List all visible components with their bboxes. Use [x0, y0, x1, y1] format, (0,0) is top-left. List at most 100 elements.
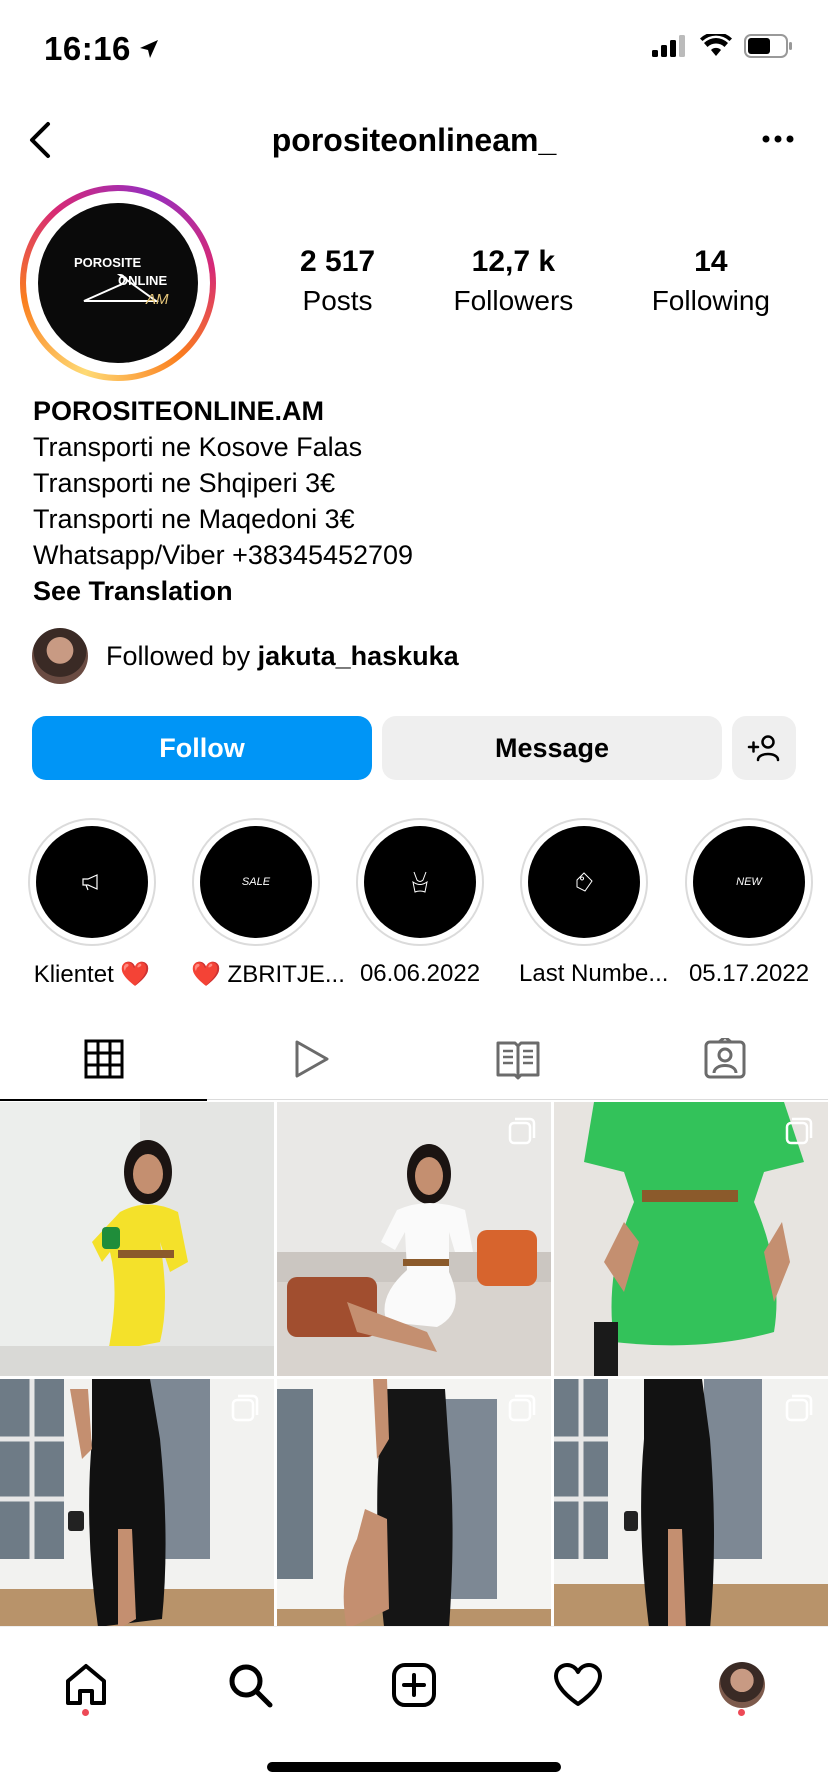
- story-highlights: Klientet ❤️ SALE ❤️ ZBRITJE... 06.06.202…: [0, 818, 828, 988]
- reels-icon: [295, 1040, 328, 1078]
- highlight-label: 05.17.2022: [688, 960, 810, 987]
- followed-by-user: jakuta_haskuka: [257, 640, 459, 671]
- multiple-photos-icon: [785, 1117, 813, 1145]
- tab-tagged[interactable]: [621, 1018, 828, 1100]
- highlight-item[interactable]: SALE ❤️ ZBRITJE...: [191, 818, 345, 989]
- bio-line: Whatsapp/Viber +38345452709: [33, 540, 414, 570]
- new-icon: NEW: [693, 826, 805, 938]
- highlight-label: Last Numbe...: [519, 960, 669, 987]
- followed-by-prefix: Followed by: [106, 640, 258, 671]
- highlight-label: ❤️ ZBRITJE...: [191, 961, 345, 988]
- followers-label: Followers: [453, 285, 574, 316]
- megaphone-icon: [82, 874, 98, 891]
- logo-text-line1: POROSITE: [74, 255, 142, 270]
- tab-guides[interactable]: [414, 1018, 621, 1100]
- profile-tabs: [0, 1018, 828, 1101]
- highlight-cover: [364, 826, 476, 938]
- highlight-item[interactable]: NEW 05.17.2022: [684, 818, 814, 988]
- more-options-icon[interactable]: [758, 124, 798, 154]
- posts-label: Posts: [302, 285, 373, 316]
- profile-stats: 2 517 Posts 12,7 k Followers 14 Followin…: [300, 245, 770, 317]
- avatar-frame: POROSITE ONLINE AM: [26, 191, 210, 375]
- signal-icon: [652, 35, 685, 57]
- tab-posts-grid[interactable]: [0, 1018, 207, 1101]
- post-thumbnail[interactable]: [554, 1379, 828, 1653]
- follower-avatar: [32, 628, 88, 684]
- grid-icon: [84, 1039, 123, 1079]
- profile-username: porositeonlineam_: [271, 122, 557, 158]
- posts-count: 2 517: [300, 245, 376, 278]
- profile-actions: Follow Message: [32, 716, 796, 780]
- battery-icon: [744, 34, 792, 58]
- heart-icon: [554, 1663, 602, 1706]
- post-thumbnail[interactable]: [277, 1379, 551, 1653]
- multiple-photos-icon: [231, 1394, 259, 1422]
- tag-icon: [576, 872, 593, 892]
- bio-line: Transporti ne Kosove Falas: [33, 432, 363, 462]
- followed-by[interactable]: Followed by jakuta_haskuka: [32, 628, 459, 684]
- highlight-label: 06.06.2022: [359, 960, 481, 987]
- add-person-icon: [747, 735, 780, 762]
- nav-activity[interactable]: [548, 1655, 608, 1715]
- nav-profile[interactable]: [712, 1655, 772, 1715]
- tab-reels[interactable]: [207, 1018, 414, 1100]
- profile-avatar-icon: [719, 1662, 765, 1708]
- follow-button[interactable]: Follow: [32, 716, 372, 780]
- home-indicator: [267, 1762, 561, 1772]
- status-time: 16:16: [44, 30, 161, 68]
- time-text: 16:16: [44, 30, 131, 67]
- add-post-icon: [392, 1663, 436, 1707]
- highlight-ring: [356, 818, 484, 946]
- stat-posts[interactable]: 2 517 Posts: [300, 245, 375, 317]
- profile-display-name: POROSITEONLINE.AM: [33, 396, 325, 426]
- post-thumbnail[interactable]: [554, 1102, 828, 1376]
- following-label: Following: [651, 285, 770, 316]
- bio-line: Transporti ne Shqiperi 3€: [33, 468, 336, 498]
- post-photo: [0, 1102, 274, 1376]
- profile-notification-dot: [738, 1709, 745, 1716]
- multiple-photos-icon: [785, 1394, 813, 1422]
- post-thumbnail[interactable]: [277, 1102, 551, 1376]
- highlight-item[interactable]: Klientet ❤️: [27, 818, 157, 989]
- multiple-photos-icon: [508, 1117, 536, 1145]
- home-icon: [66, 1664, 106, 1705]
- stat-followers[interactable]: 12,7 k Followers: [453, 245, 573, 317]
- stat-following[interactable]: 14 Following: [652, 245, 770, 317]
- profile-bio: POROSITEONLINE.AM Transporti ne Kosove F…: [33, 393, 793, 609]
- profile-header: porositeonlineam_: [0, 110, 828, 170]
- following-count: 14: [694, 245, 728, 278]
- multiple-photos-icon: [508, 1394, 536, 1422]
- highlight-cover: [36, 826, 148, 938]
- highlight-ring: SALE: [192, 818, 320, 946]
- wifi-icon: [700, 34, 732, 56]
- see-translation-link[interactable]: See Translation: [33, 573, 793, 609]
- logo-text-line3: AM: [146, 291, 169, 308]
- highlight-ring: [28, 818, 156, 946]
- status-icons: [652, 34, 794, 58]
- nav-search[interactable]: [220, 1655, 280, 1715]
- highlight-item[interactable]: Last Numbe...: [519, 818, 669, 988]
- search-icon: [229, 1664, 273, 1708]
- post-thumbnail[interactable]: [0, 1102, 274, 1376]
- nav-create[interactable]: [384, 1655, 444, 1715]
- highlight-cover: [528, 826, 640, 938]
- highlight-label: Klientet ❤️: [33, 961, 151, 988]
- bottom-navigation: [0, 1626, 828, 1792]
- suggested-users-button[interactable]: [732, 716, 796, 780]
- profile-avatar[interactable]: POROSITE ONLINE AM: [20, 185, 216, 381]
- bio-line: Transporti ne Maqedoni 3€: [33, 504, 355, 534]
- post-thumbnail[interactable]: [0, 1379, 274, 1653]
- tagged-icon: [704, 1038, 745, 1079]
- followers-count: 12,7 k: [471, 245, 556, 278]
- avatar-logo: POROSITE ONLINE AM: [38, 203, 198, 363]
- highlight-ring: NEW: [685, 818, 813, 946]
- highlight-ring: [520, 818, 648, 946]
- status-bar: 16:16: [0, 0, 828, 100]
- location-arrow-icon: [139, 40, 158, 58]
- message-button[interactable]: Message: [382, 716, 722, 780]
- followed-by-text: Followed by jakuta_haskuka: [106, 641, 459, 672]
- highlight-item[interactable]: 06.06.2022: [355, 818, 485, 988]
- nav-home[interactable]: [56, 1655, 116, 1715]
- swimsuit-icon: [412, 871, 428, 893]
- sale-icon: SALE: [200, 826, 312, 938]
